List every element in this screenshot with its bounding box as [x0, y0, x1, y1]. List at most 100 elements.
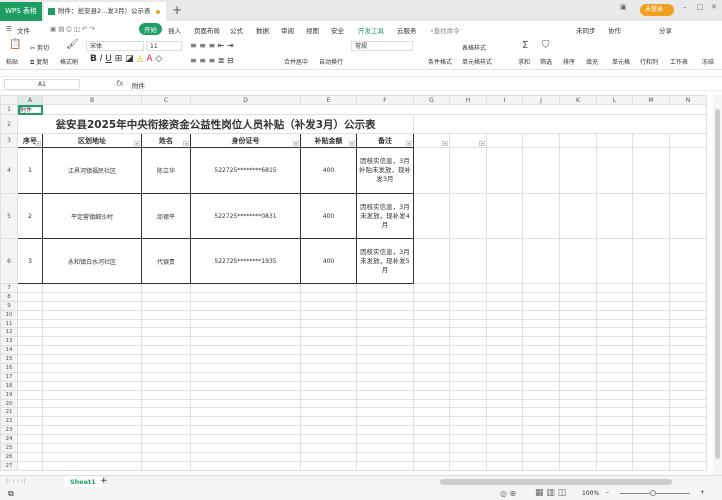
empty-cell[interactable] [141, 434, 191, 445]
empty-cell[interactable] [596, 380, 633, 391]
empty-cell[interactable] [596, 451, 633, 462]
menu-view[interactable]: 视图 [306, 25, 319, 35]
empty-cell[interactable] [141, 363, 191, 373]
empty-cell[interactable] [632, 371, 670, 382]
empty-cell[interactable] [42, 460, 142, 471]
macro-icon[interactable]: ⧉ [8, 489, 14, 499]
font-style-buttons[interactable]: B I U ⊞ ◪ ◬ A ◇ [90, 54, 162, 64]
empty-cell[interactable] [522, 238, 560, 284]
document-tab[interactable]: 附件：瓮安县2...发3月）公示表 [44, 2, 166, 21]
empty-cell[interactable] [356, 363, 414, 373]
empty-cell[interactable] [486, 371, 523, 382]
empty-cell[interactable] [669, 327, 707, 338]
cell[interactable]: 因核实信息，3月未发放，现补发5月 [356, 238, 414, 284]
conditional-format-button[interactable]: 条件格式 [428, 57, 452, 66]
empty-cell[interactable] [413, 407, 450, 418]
empty-cell[interactable] [42, 407, 142, 418]
maximize-icon[interactable]: □ [697, 3, 704, 11]
row-header[interactable]: 9 [0, 300, 18, 311]
empty-cell[interactable] [486, 407, 523, 418]
empty-cell[interactable] [522, 398, 560, 409]
empty-cell[interactable] [669, 443, 707, 453]
row-header[interactable]: 24 [0, 434, 18, 445]
empty-cell[interactable] [190, 451, 301, 462]
row-header[interactable]: 25 [0, 443, 18, 453]
column-header-j[interactable]: J [522, 95, 560, 105]
empty-cell[interactable] [669, 283, 707, 293]
row-header[interactable]: 1 [0, 104, 18, 115]
row-header[interactable]: 2 [0, 114, 18, 134]
empty-cell[interactable] [486, 291, 523, 302]
empty-cell[interactable] [17, 416, 43, 427]
empty-cell[interactable] [300, 443, 357, 453]
empty-cell[interactable] [596, 354, 633, 365]
cell[interactable]: 因核实信息，3月未发放，现补发4月 [356, 193, 414, 239]
empty-cell[interactable] [17, 318, 43, 329]
empty-cell[interactable] [356, 309, 414, 320]
sheet-nav-arrows[interactable]: |‹ ‹ › ›| [6, 478, 25, 485]
hamburger-icon[interactable]: ☰ [6, 25, 12, 33]
cell-button[interactable]: 单元格 [612, 57, 630, 66]
column-header-h[interactable]: H [449, 95, 487, 105]
empty-cell[interactable] [486, 193, 523, 239]
empty-cell[interactable] [300, 389, 357, 400]
empty-cell[interactable] [190, 398, 301, 409]
empty-cell[interactable] [522, 434, 560, 445]
cell[interactable]: 3 [17, 238, 43, 284]
minimize-icon[interactable]: – [683, 3, 687, 11]
empty-cell[interactable] [486, 336, 523, 347]
column-header-k[interactable]: K [559, 95, 597, 105]
empty-cell[interactable] [596, 443, 633, 453]
sum-button[interactable]: 求和 [518, 57, 530, 66]
empty-cell[interactable] [141, 407, 191, 418]
empty-cell[interactable] [559, 407, 597, 418]
empty-cell[interactable] [449, 193, 487, 239]
empty-cell[interactable] [17, 300, 43, 311]
row-header[interactable]: 6 [0, 238, 18, 284]
empty-cell[interactable] [300, 354, 357, 365]
empty-cell[interactable] [632, 283, 670, 293]
row-header[interactable]: 15 [0, 354, 18, 365]
empty-cell[interactable] [413, 147, 450, 194]
row-header[interactable]: 8 [0, 291, 18, 302]
empty-cell[interactable] [413, 443, 450, 453]
empty-cell[interactable] [522, 291, 560, 302]
empty-cell[interactable] [632, 193, 670, 239]
copy-button[interactable]: ⧉ 复制 [30, 57, 48, 67]
empty-cell[interactable] [449, 416, 487, 427]
column-title[interactable]: 姓名 ▾ [141, 133, 191, 148]
empty-cell[interactable] [632, 291, 670, 302]
empty-cell[interactable] [559, 309, 597, 320]
row-header[interactable]: 26 [0, 451, 18, 462]
empty-cell[interactable] [522, 327, 560, 338]
empty-cell[interactable] [559, 238, 597, 284]
empty-cell[interactable] [486, 451, 523, 462]
empty-cell[interactable] [413, 389, 450, 400]
empty-cell[interactable] [190, 407, 301, 418]
empty-cell[interactable] [632, 336, 670, 347]
empty-cell[interactable]: ▾ [413, 133, 450, 148]
empty-cell[interactable] [413, 300, 450, 311]
menu-developer[interactable]: 开发工具 [358, 25, 384, 35]
empty-cell[interactable] [190, 318, 301, 329]
empty-cell[interactable] [632, 345, 670, 356]
menu-data[interactable]: 数据 [256, 25, 269, 35]
empty-cell[interactable] [669, 318, 707, 329]
empty-cell[interactable] [669, 336, 707, 347]
empty-cell[interactable] [190, 434, 301, 445]
fill-button[interactable]: 填充 [586, 57, 598, 66]
alignment-buttons[interactable]: ≡ ≡ ≡ ⇤ ⇥ [190, 41, 234, 50]
empty-cell[interactable] [190, 443, 301, 453]
empty-cell[interactable] [559, 327, 597, 338]
empty-cell[interactable] [449, 336, 487, 347]
empty-cell[interactable] [190, 389, 301, 400]
empty-cell[interactable] [413, 309, 450, 320]
filter-dropdown-icon[interactable]: ▾ [406, 141, 412, 146]
empty-cell[interactable] [356, 416, 414, 427]
column-title[interactable]: 身份证号 ▾ [190, 133, 301, 148]
empty-cell[interactable] [356, 451, 414, 462]
empty-cell[interactable] [632, 443, 670, 453]
number-format-select[interactable]: 常规 [351, 41, 413, 51]
row-header[interactable]: 20 [0, 398, 18, 409]
empty-cell[interactable] [559, 283, 597, 293]
